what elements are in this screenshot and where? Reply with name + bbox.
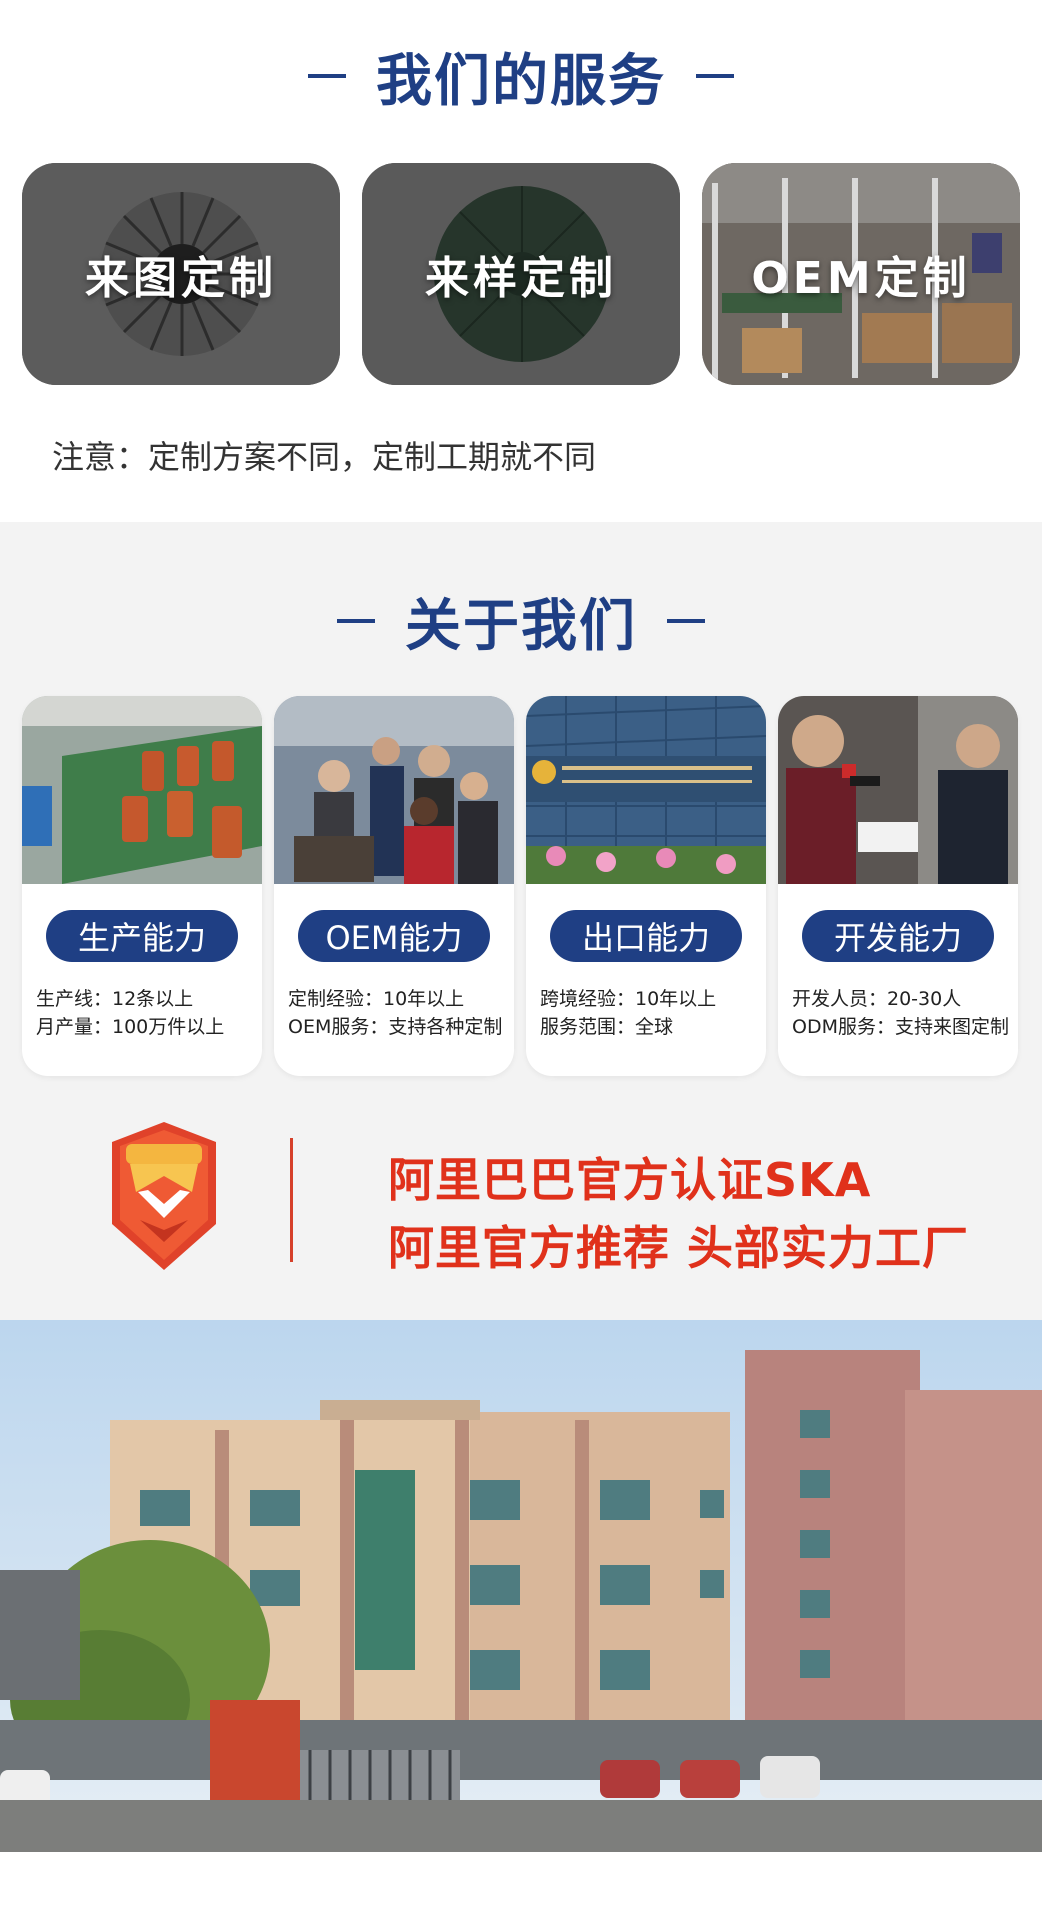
customization-note: 注意：定制方案不同，定制工期就不同 <box>52 438 597 476</box>
about-section: 关于我们 生产能力 生产线：12条以上 月产量：100万件以上 OEM能力 定制… <box>0 522 1042 1320</box>
canton-fair-building-photo <box>526 696 766 884</box>
capability-detail: OEM服务：支持各种定制 <box>288 1016 503 1038</box>
capability-detail: 服务范围：全球 <box>540 1016 674 1038</box>
capability-title: 出口能力 <box>550 910 742 962</box>
heading-dash-left <box>337 619 375 623</box>
services-title: 我们的服务 <box>376 48 666 114</box>
capability-detail: 开发人员：20-30人 <box>792 988 962 1010</box>
heading-dash-left <box>308 74 346 78</box>
capability-card-production[interactable]: 生产能力 生产线：12条以上 月产量：100万件以上 <box>22 696 262 1076</box>
interview-photo <box>778 696 1018 884</box>
certification-line: 阿里官方推荐 头部实力工厂 <box>388 1221 970 1275</box>
certification-line: 阿里巴巴官方认证SKA <box>388 1153 872 1207</box>
capability-card-oem[interactable]: OEM能力 定制经验：10年以上 OEM服务：支持各种定制 <box>274 696 514 1076</box>
production-line-photo <box>22 696 262 884</box>
service-card-drawing[interactable]: 来图定制 <box>22 163 340 385</box>
about-heading: 关于我们 <box>0 584 1042 659</box>
business-meeting-photo <box>274 696 514 884</box>
certification-divider <box>290 1138 293 1262</box>
crown-shield-badge-icon <box>112 1122 216 1270</box>
capability-detail: ODM服务：支持来图定制 <box>792 1016 1009 1038</box>
capability-card-development[interactable]: 开发能力 开发人员：20-30人 ODM服务：支持来图定制 <box>778 696 1018 1076</box>
capability-card-export[interactable]: 出口能力 跨境经验：10年以上 服务范围：全球 <box>526 696 766 1076</box>
page-bottom-margin <box>0 1852 1042 1920</box>
capability-detail: 跨境经验：10年以上 <box>540 988 717 1010</box>
service-card-label: 来样定制 <box>425 253 617 304</box>
heading-dash-right <box>696 74 734 78</box>
capability-detail: 生产线：12条以上 <box>36 988 194 1010</box>
service-card-oem[interactable]: OEM定制 <box>702 163 1020 385</box>
factory-building-photo <box>0 1320 1042 1852</box>
services-heading: 我们的服务 <box>0 38 1042 114</box>
capability-title: 生产能力 <box>46 910 238 962</box>
service-card-label: OEM定制 <box>751 253 971 304</box>
services-section: 我们的服务 来图定制 来样定制 OEM定制 注意：定制方案不同，定制工期就不同 <box>0 0 1042 522</box>
capability-detail: 月产量：100万件以上 <box>36 1016 225 1038</box>
service-card-label: 来图定制 <box>85 253 277 304</box>
about-title: 关于我们 <box>405 593 637 659</box>
heading-dash-right <box>667 619 705 623</box>
capability-title: 开发能力 <box>802 910 994 962</box>
capability-detail: 定制经验：10年以上 <box>288 988 465 1010</box>
service-card-sample[interactable]: 来样定制 <box>362 163 680 385</box>
capability-title: OEM能力 <box>298 910 490 962</box>
